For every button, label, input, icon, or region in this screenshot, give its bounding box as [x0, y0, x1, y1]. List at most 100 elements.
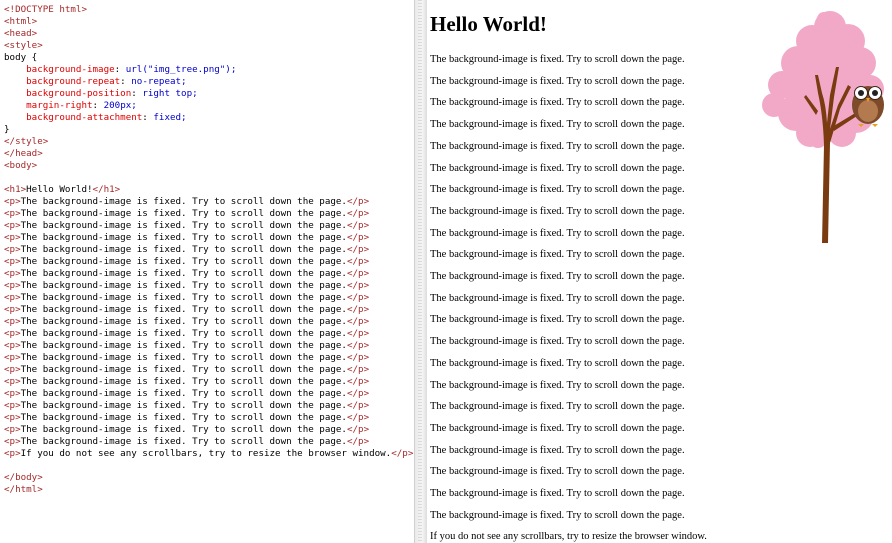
- code-token: <p>: [4, 400, 21, 411]
- code-line[interactable]: </head>: [4, 148, 413, 160]
- code-token: :: [131, 88, 143, 99]
- code-token: :: [92, 100, 104, 111]
- code-line[interactable]: <p>The background-image is fixed. Try to…: [4, 400, 413, 412]
- code-line[interactable]: <p>The background-image is fixed. Try to…: [4, 304, 413, 316]
- code-token: The background-image is fixed. Try to sc…: [20, 364, 347, 375]
- code-token: <p>: [4, 208, 21, 219]
- code-line[interactable]: <p>If you do not see any scrollbars, try…: [4, 448, 413, 460]
- code-token: </p>: [346, 208, 370, 219]
- code-line[interactable]: <p>The background-image is fixed. Try to…: [4, 424, 413, 436]
- code-token: </p>: [346, 304, 370, 315]
- code-token: Hello World!: [26, 184, 93, 195]
- code-token: <p>: [4, 352, 21, 363]
- code-token: url("img_tree.png");: [125, 64, 237, 75]
- code-line[interactable]: }: [4, 124, 413, 136]
- code-line[interactable]: <p>The background-image is fixed. Try to…: [4, 196, 413, 208]
- code-line[interactable]: <p>The background-image is fixed. Try to…: [4, 376, 413, 388]
- code-token: <p>: [4, 304, 21, 315]
- code-token: <p>: [4, 268, 21, 279]
- code-token: <p>: [4, 220, 21, 231]
- code-token: <body>: [4, 160, 38, 171]
- code-line[interactable]: <p>The background-image is fixed. Try to…: [4, 280, 413, 292]
- code-line[interactable]: </html>: [4, 484, 413, 496]
- code-token: <p>: [4, 412, 21, 423]
- code-token: <p>: [4, 436, 21, 447]
- code-line[interactable]: background-repeat: no-repeat;: [4, 76, 413, 88]
- code-token: </p>: [346, 436, 370, 447]
- code-line[interactable]: </style>: [4, 136, 413, 148]
- code-token: The background-image is fixed. Try to sc…: [20, 400, 347, 411]
- code-token: The background-image is fixed. Try to sc…: [20, 232, 347, 243]
- code-token: The background-image is fixed. Try to sc…: [20, 376, 347, 387]
- code-editor[interactable]: <!DOCTYPE html> <html> <head> <style> body {…: [0, 0, 414, 543]
- code-token: </p>: [346, 316, 370, 327]
- code-line[interactable]: <p>The background-image is fixed. Try to…: [4, 340, 413, 352]
- code-line[interactable]: <body>: [4, 160, 413, 172]
- code-token: </style>: [4, 136, 49, 147]
- result-paragraph: The background-image is fixed. Try to sc…: [430, 140, 685, 152]
- code-line[interactable]: <p>The background-image is fixed. Try to…: [4, 268, 413, 280]
- code-token: <p>: [4, 256, 21, 267]
- code-line[interactable]: <p>The background-image is fixed. Try to…: [4, 220, 413, 232]
- code-line[interactable]: <head>: [4, 28, 413, 40]
- code-line[interactable]: </body>: [4, 472, 413, 484]
- code-line[interactable]: <p>The background-image is fixed. Try to…: [4, 316, 413, 328]
- code-token: The background-image is fixed. Try to sc…: [20, 436, 347, 447]
- code-line[interactable]: <p>The background-image is fixed. Try to…: [4, 256, 413, 268]
- code-token: :: [142, 112, 154, 123]
- code-line[interactable]: margin-right: 200px;: [4, 100, 413, 112]
- result-paragraph: The background-image is fixed. Try to sc…: [430, 271, 685, 282]
- divider-grip[interactable]: [418, 0, 422, 543]
- code-line[interactable]: [4, 460, 413, 472]
- code-line[interactable]: <p>The background-image is fixed. Try to…: [4, 436, 413, 448]
- code-text[interactable]: <!DOCTYPE html> <html> <head> <style> body {…: [4, 4, 413, 496]
- code-line[interactable]: <p>The background-image is fixed. Try to…: [4, 364, 413, 376]
- code-line[interactable]: <p>The background-image is fixed. Try to…: [4, 208, 413, 220]
- code-token: The background-image is fixed. Try to sc…: [20, 424, 347, 435]
- result-paragraph: The background-image is fixed. Try to sc…: [430, 184, 685, 196]
- code-token: The background-image is fixed. Try to sc…: [20, 352, 347, 363]
- code-line[interactable]: <p>The background-image is fixed. Try to…: [4, 388, 413, 400]
- code-token: </p>: [346, 220, 370, 231]
- code-token: 200px;: [103, 100, 137, 111]
- code-token: background-attachment: [4, 112, 143, 123]
- result-paragraph: The background-image is fixed. Try to sc…: [430, 379, 685, 391]
- code-line[interactable]: <style>: [4, 40, 413, 52]
- code-token: </p>: [346, 268, 370, 279]
- code-token: </p>: [346, 388, 370, 399]
- code-line[interactable]: <html>: [4, 16, 413, 28]
- result-paragraph: The background-image is fixed. Try to sc…: [430, 314, 685, 326]
- code-line[interactable]: background-attachment: fixed;: [4, 112, 413, 124]
- code-line[interactable]: <!DOCTYPE html>: [4, 4, 413, 16]
- code-line[interactable]: background-position: right top;: [4, 88, 413, 100]
- code-token: <style>: [4, 40, 43, 51]
- code-token: The background-image is fixed. Try to sc…: [20, 268, 347, 279]
- code-token: <p>: [4, 364, 21, 375]
- code-line[interactable]: <h1>Hello World!</h1>: [4, 184, 413, 196]
- code-token: The background-image is fixed. Try to sc…: [20, 388, 347, 399]
- code-line[interactable]: background-image: url("img_tree.png");: [4, 64, 413, 76]
- code-token: background-position: [4, 88, 132, 99]
- code-token: The background-image is fixed. Try to sc…: [20, 340, 347, 351]
- result-paragraph: The background-image is fixed. Try to sc…: [430, 54, 685, 65]
- code-token: The background-image is fixed. Try to sc…: [20, 256, 347, 267]
- code-token: </p>: [346, 400, 370, 411]
- code-line[interactable]: [4, 172, 413, 184]
- result-paragraph: The background-image is fixed. Try to sc…: [430, 119, 685, 131]
- code-token: </p>: [346, 256, 370, 267]
- code-token: The background-image is fixed. Try to sc…: [20, 412, 347, 423]
- code-line[interactable]: <p>The background-image is fixed. Try to…: [4, 244, 413, 256]
- result-paragraph: The background-image is fixed. Try to sc…: [430, 97, 685, 109]
- code-token: <p>: [4, 316, 21, 327]
- code-token: :: [114, 64, 126, 75]
- code-token: The background-image is fixed. Try to sc…: [20, 220, 347, 231]
- result-paragraph: The background-image is fixed. Try to sc…: [430, 509, 685, 521]
- result-heading: Hello World!: [430, 12, 547, 36]
- code-token: }: [4, 124, 10, 135]
- code-line[interactable]: <p>The background-image is fixed. Try to…: [4, 328, 413, 340]
- code-line[interactable]: body {: [4, 52, 413, 64]
- code-line[interactable]: <p>The background-image is fixed. Try to…: [4, 292, 413, 304]
- code-line[interactable]: <p>The background-image is fixed. Try to…: [4, 352, 413, 364]
- code-line[interactable]: <p>The background-image is fixed. Try to…: [4, 232, 413, 244]
- code-line[interactable]: <p>The background-image is fixed. Try to…: [4, 412, 413, 424]
